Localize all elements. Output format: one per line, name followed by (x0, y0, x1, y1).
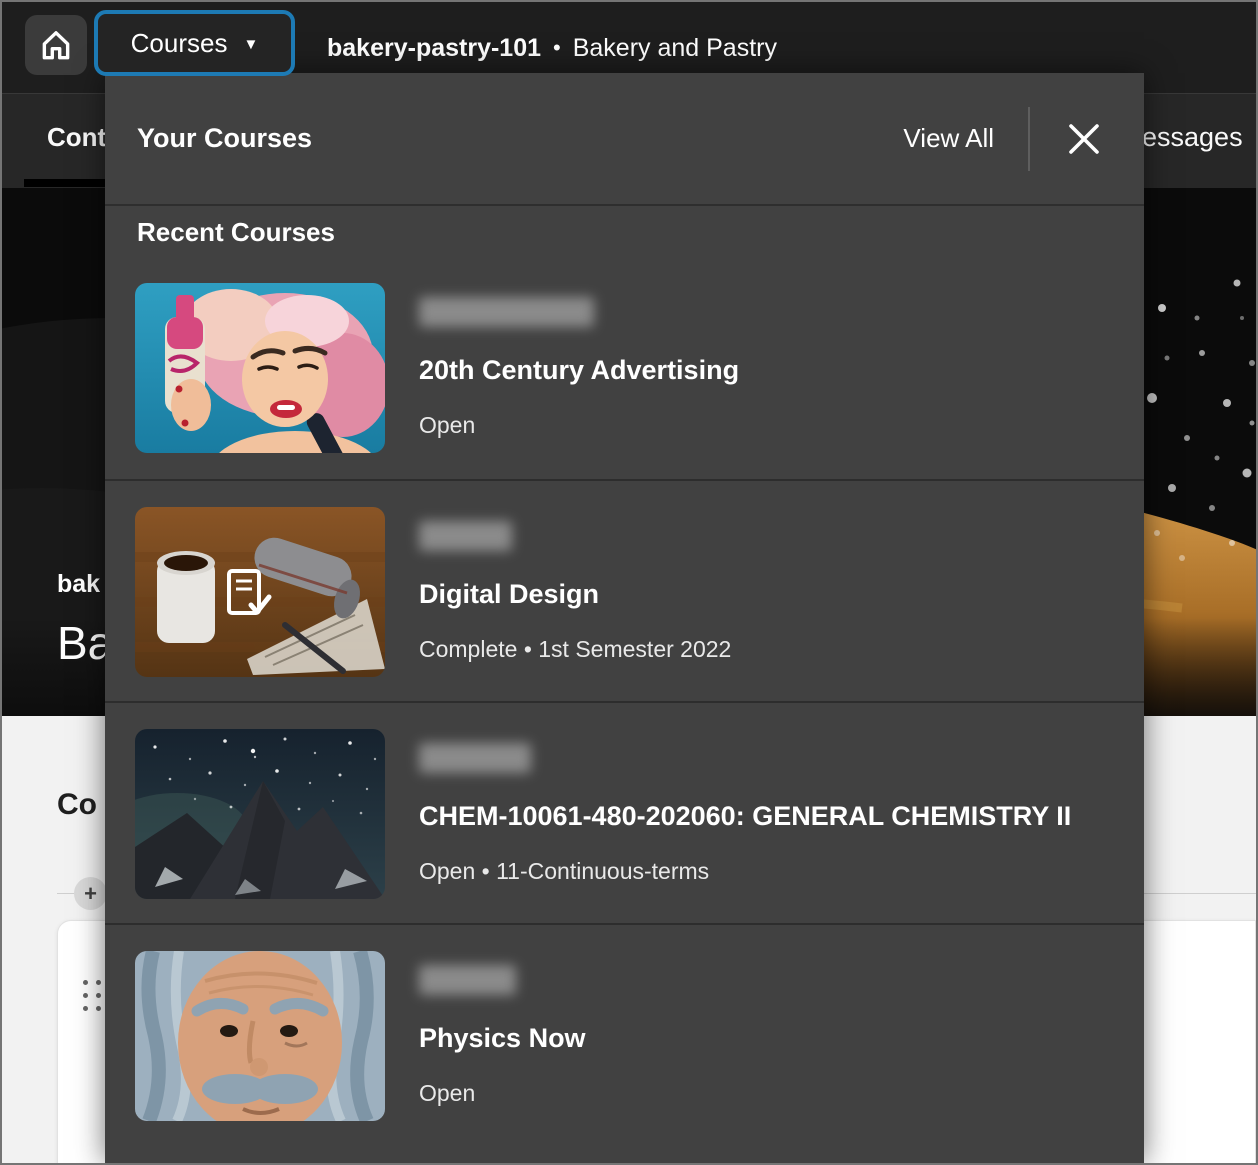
course-status: Open • 11-Continuous-terms (419, 858, 1071, 885)
chevron-down-icon: ▼ (243, 33, 258, 53)
view-all-link[interactable]: View All (899, 117, 998, 160)
course-row-chemistry[interactable]: CHEM-10061-480-202060: GENERAL CHEMISTRY… (105, 701, 1144, 923)
blurred-course-id (419, 521, 512, 551)
blurred-course-id (419, 297, 594, 327)
course-status: Open (419, 1080, 586, 1107)
close-icon (1065, 120, 1103, 158)
breadcrumb-course-title: Bakery and Pastry (573, 34, 777, 63)
breadcrumb-course-id: bakery-pastry-101 (327, 34, 541, 63)
close-button[interactable] (1060, 115, 1108, 163)
blurred-course-id (419, 965, 516, 995)
course-thumbnail-pinup (135, 283, 385, 453)
add-content-button[interactable]: + (74, 877, 107, 910)
header-divider (1028, 107, 1030, 171)
course-row-advertising[interactable]: 20th Century Advertising Open (105, 257, 1144, 479)
course-row-digital-design[interactable]: Digital Design Complete • 1st Semester 2… (105, 479, 1144, 701)
course-row-physics[interactable]: Physics Now Open (105, 923, 1144, 1145)
blurred-course-id (419, 743, 531, 773)
home-button[interactable] (25, 15, 87, 75)
course-status: Open (419, 412, 739, 439)
tab-content-label: Cont (47, 122, 106, 153)
page-heading: Co (57, 788, 97, 822)
course-list: 20th Century Advertising Open (105, 257, 1144, 1145)
hero-course-id: bak (57, 570, 100, 599)
course-thumbnail-mountains (135, 729, 385, 899)
breadcrumb-separator: • (553, 35, 561, 61)
panel-title: Your Courses (137, 123, 312, 154)
course-thumbnail-einstein (135, 951, 385, 1121)
course-thumbnail-coffee-notebook (135, 507, 385, 677)
tab-messages[interactable]: essages (1142, 94, 1243, 180)
tab-messages-label: essages (1142, 122, 1243, 153)
tab-content[interactable]: Cont (47, 94, 106, 180)
course-title[interactable]: Digital Design (419, 579, 731, 610)
home-icon (38, 27, 74, 63)
recent-courses-heading: Recent Courses (137, 217, 335, 248)
app-window: Cont essages (0, 0, 1258, 1165)
course-status: Complete • 1st Semester 2022 (419, 636, 731, 663)
drag-handle-icon[interactable] (83, 980, 105, 1011)
course-title[interactable]: Physics Now (419, 1023, 586, 1054)
panel-header: Your Courses View All (105, 73, 1144, 206)
course-title[interactable]: CHEM-10061-480-202060: GENERAL CHEMISTRY… (419, 801, 1071, 832)
your-courses-panel: Your Courses View All Recent Courses (105, 73, 1144, 1163)
document-check-icon (223, 567, 275, 621)
courses-menu-label: Courses (131, 28, 228, 59)
course-title[interactable]: 20th Century Advertising (419, 355, 739, 386)
courses-menu-button[interactable]: Courses ▼ (94, 10, 295, 76)
